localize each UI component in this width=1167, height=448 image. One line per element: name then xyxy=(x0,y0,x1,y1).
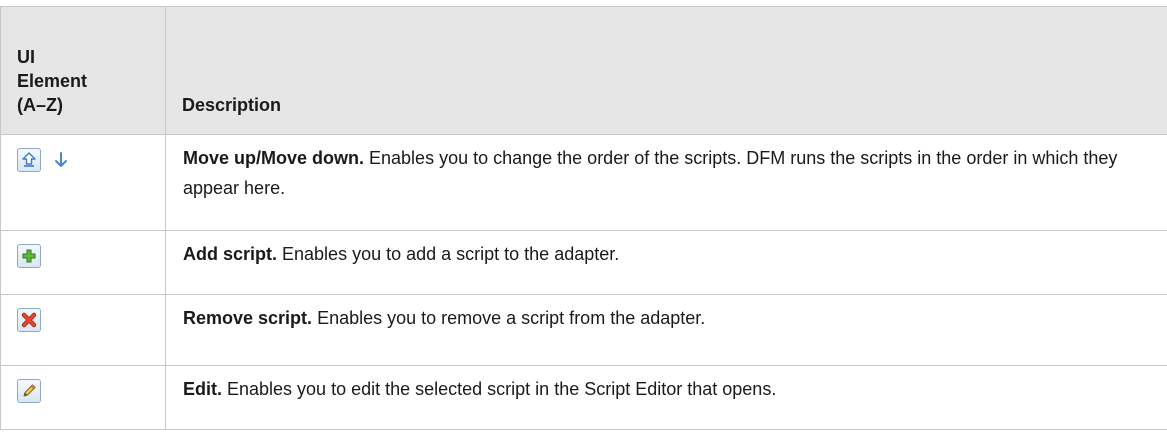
header-line: (A–Z) xyxy=(17,95,63,115)
edit-icon xyxy=(17,379,41,403)
icon-cell xyxy=(0,230,166,295)
description-title: Edit. xyxy=(183,379,222,399)
description-cell: Add script. Enables you to add a script … xyxy=(165,230,1167,295)
description-cell: Edit. Enables you to edit the selected s… xyxy=(165,365,1167,430)
icon-cell xyxy=(0,134,166,231)
table-row: Edit. Enables you to edit the selected s… xyxy=(0,365,1167,430)
description-text: Enables you to edit the selected script … xyxy=(222,379,777,399)
description-title: Remove script. xyxy=(183,308,313,328)
description-cell: Move up/Move down. Enables you to change… xyxy=(165,134,1167,231)
move-up-icon xyxy=(17,148,41,172)
column-header-ui-element: UI Element (A–Z) xyxy=(0,6,166,135)
column-header-description: Description xyxy=(165,6,1167,135)
table-row: Move up/Move down. Enables you to change… xyxy=(0,134,1167,231)
table-header-row: UI Element (A–Z) Description xyxy=(0,6,1167,135)
description-text: Enables you to remove a script from the … xyxy=(312,308,706,328)
description-cell: Remove script. Enables you to remove a s… xyxy=(165,294,1167,366)
ui-element-table: UI Element (A–Z) Description Move up/Mov… xyxy=(0,6,1167,430)
add-icon xyxy=(17,244,41,268)
remove-icon xyxy=(17,308,41,332)
table-row: Add script. Enables you to add a script … xyxy=(0,230,1167,295)
description-text: Enables you to add a script to the adapt… xyxy=(277,244,620,264)
description-title: Move up/Move down. xyxy=(183,148,365,168)
header-line: Element xyxy=(17,71,88,91)
icon-cell xyxy=(0,294,166,366)
move-down-icon xyxy=(49,148,73,172)
header-line: UI xyxy=(17,47,35,67)
icon-cell xyxy=(0,365,166,430)
description-title: Add script. xyxy=(183,244,278,264)
table-row: Remove script. Enables you to remove a s… xyxy=(0,294,1167,366)
